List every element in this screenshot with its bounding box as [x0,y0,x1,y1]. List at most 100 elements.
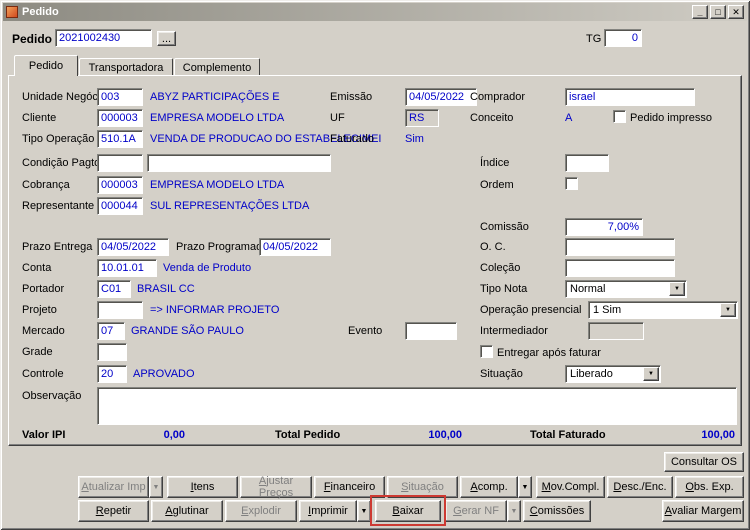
evento-input[interactable] [405,322,457,340]
prazo-programado-label: Prazo Programado [176,241,269,253]
mov-compl-button[interactable]: Mov.Compl. [536,476,605,498]
comissoes-button[interactable]: Comissões [523,500,591,522]
unidade-negocio-code-input[interactable] [97,88,143,106]
repetir-button[interactable]: Repetir [78,500,149,522]
atualizar-imp-label: Atualizar Imp [81,481,146,493]
close-button[interactable]: ✕ [728,5,744,19]
operacao-presencial-label: Operação presencial [480,304,582,316]
mercado-label: Mercado [22,325,65,337]
imprimir-button[interactable]: Imprimir [299,500,357,522]
atualizar-imp-button: Atualizar Imp [78,476,149,498]
conta-label: Conta [22,262,52,274]
projeto-label: Projeto [22,304,57,316]
tab-pedido-label: Pedido [28,60,64,72]
representante-label: Representante [22,200,95,212]
portador-code-input[interactable] [97,280,131,298]
colecao-input[interactable] [565,259,675,277]
imprimir-label: Imprimir [308,505,348,517]
financeiro-button[interactable]: Financeiro [314,476,385,498]
chevron-down-icon: ▼ [648,371,654,377]
operacao-presencial-value: 1 Sim [593,304,622,316]
window-controls: _ □ ✕ [692,5,744,19]
cliente-code-input[interactable] [97,109,143,127]
pedido-window: Pedido _ □ ✕ Pedido ... TG Pedido Transp… [0,0,750,530]
mov-compl-label: Mov.Compl. [541,481,600,493]
avaliar-margem-button[interactable]: Avaliar Margem [662,500,744,522]
entregar-apos-faturar-checkbox[interactable] [480,345,493,358]
tg-label: TG [586,33,602,45]
grade-input[interactable] [97,343,127,361]
prazo-programado-input[interactable] [259,238,331,256]
colecao-label: Coleção [480,262,521,274]
conta-code-input[interactable] [97,259,157,277]
mercado-code-input[interactable] [97,322,125,340]
representante-code-input[interactable] [97,197,143,215]
operacao-presencial-dropdown-arrow[interactable]: ▼ [720,303,736,317]
comissao-label: Comissão [480,221,529,233]
tipo-nota-dropdown-arrow[interactable]: ▼ [669,282,685,296]
pedido-lookup-button[interactable]: ... [157,31,176,46]
observacao-textarea[interactable] [97,387,737,425]
conta-desc: Venda de Produto [163,262,252,274]
acomp-dropdown-arrow[interactable]: ▼ [518,476,532,498]
entregar-apos-faturar-label: Entregar após faturar [497,347,601,359]
atualizar-imp-dropdown-arrow: ▼ [149,476,163,498]
baixar-button[interactable]: Baixar [375,500,441,522]
window-title: Pedido [22,6,59,18]
total-pedido-value: 100,00 [428,429,462,441]
imprimir-dropdown-arrow[interactable]: ▼ [357,500,371,522]
indice-input[interactable] [565,154,609,172]
tipo-nota-select[interactable]: Normal ▼ [565,280,687,298]
tab-complemento[interactable]: Complemento [174,58,260,76]
faturado-label: Faturado [330,133,375,145]
situacao-select[interactable]: Liberado ▼ [565,365,661,383]
prazo-entrega-label: Prazo Entrega [22,241,93,253]
tab-pedido[interactable]: Pedido [14,55,78,76]
pedido-number-label: Pedido [12,32,53,46]
desc-enc-label: Desc./Enc. [613,481,667,493]
emissao-input[interactable] [405,88,477,106]
oc-input[interactable] [565,238,675,256]
uf-input [405,109,439,127]
condicao-pagto-code-input[interactable] [97,154,143,172]
portador-desc: BRASIL CC [137,283,195,295]
obs-exp-button[interactable]: Obs. Exp. [675,476,744,498]
intermediador-label: Intermediador [480,325,548,337]
tab-transportadora[interactable]: Transportadora [79,58,173,76]
pedido-number-input[interactable] [55,29,152,47]
lookup-dots-icon: ... [161,32,172,45]
ordem-checkbox[interactable] [565,177,578,190]
projeto-code-input[interactable] [97,301,143,319]
tg-input[interactable] [604,29,642,47]
financeiro-label: Financeiro [323,481,376,493]
condicao-pagto-desc-input[interactable] [147,154,331,172]
ordem-label: Ordem [480,179,514,191]
total-pedido-label: Total Pedido [275,429,341,441]
projeto-desc: => INFORMAR PROJETO [150,304,280,316]
comissao-input[interactable] [565,218,643,236]
tipo-operacao-code-input[interactable] [97,130,143,148]
prazo-entrega-input[interactable] [97,238,169,256]
itens-button[interactable]: Itens [167,476,238,498]
consultar-os-button[interactable]: Consultar OS [664,452,744,472]
titlebar: Pedido _ □ ✕ [3,3,747,21]
controle-desc: APROVADO [133,368,195,380]
aglutinar-button[interactable]: Aglutinar [151,500,223,522]
explodir-label: Explodir [241,505,281,517]
maximize-button[interactable]: □ [710,5,726,19]
controle-code-input[interactable] [97,365,127,383]
comprador-input[interactable] [565,88,695,106]
situacao-dropdown-arrow[interactable]: ▼ [643,367,659,381]
minimize-button[interactable]: _ [692,5,708,19]
cliente-label: Cliente [22,112,57,124]
acomp-button[interactable]: Acomp. [460,476,518,498]
pedido-impresso-checkbox[interactable] [613,110,626,123]
situacao-value: Liberado [570,368,613,380]
baixar-label: Baixar [392,505,424,517]
chevron-down-icon: ▼ [152,483,160,491]
cobranca-code-input[interactable] [97,176,143,194]
chevron-down-icon: ▼ [674,286,680,292]
desc-enc-button[interactable]: Desc./Enc. [607,476,673,498]
operacao-presencial-select[interactable]: 1 Sim ▼ [588,301,738,319]
acomp-label: Acomp. [470,481,508,493]
